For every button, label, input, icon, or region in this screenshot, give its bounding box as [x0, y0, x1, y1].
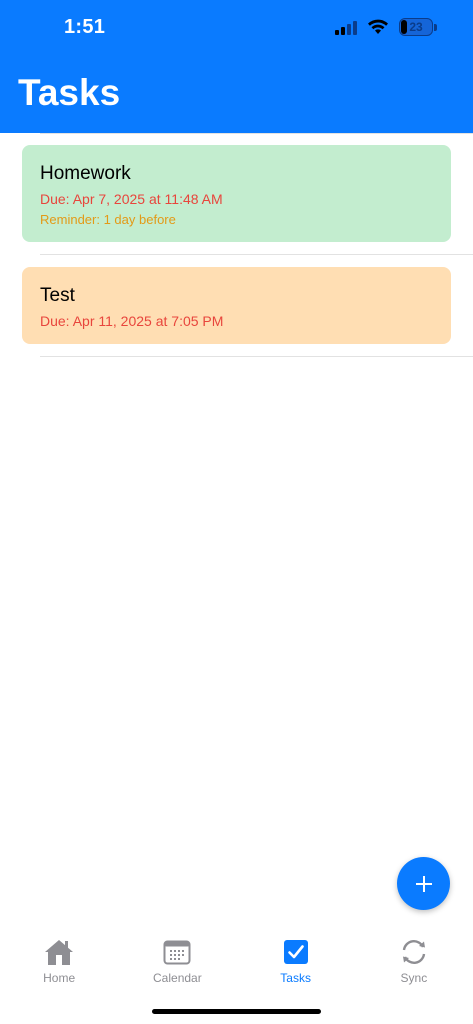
- wifi-icon: [367, 19, 389, 35]
- header: 1:51 23 Tasks: [0, 0, 473, 133]
- task-title: Homework: [40, 163, 131, 184]
- plus-icon: [415, 875, 432, 892]
- tab-label: Calendar: [153, 971, 202, 985]
- tab-calendar[interactable]: Calendar: [118, 930, 236, 990]
- task-title: Test: [40, 285, 75, 306]
- tab-tasks[interactable]: Tasks: [237, 930, 355, 990]
- status-icons: 23: [335, 18, 437, 36]
- divider: [40, 133, 473, 134]
- calendar-icon: [163, 938, 191, 966]
- signal-icon: [335, 19, 357, 35]
- task-reminder: Reminder: 1 day before: [40, 212, 176, 227]
- task-due-date: Due: Apr 11, 2025 at 7:05 PM: [40, 313, 224, 329]
- battery-icon: 23: [399, 18, 433, 36]
- battery-level: 23: [409, 20, 423, 34]
- sync-icon: [399, 938, 429, 966]
- checkbox-icon: [283, 938, 309, 966]
- divider: [40, 356, 473, 357]
- home-indicator: [152, 1009, 321, 1014]
- page-title: Tasks: [18, 72, 121, 113]
- tab-sync[interactable]: Sync: [355, 930, 473, 990]
- task-due-date: Due: Apr 7, 2025 at 11:48 AM: [40, 191, 223, 207]
- status-time: 1:51: [64, 16, 106, 38]
- tab-home[interactable]: Home: [0, 930, 118, 990]
- home-icon: [43, 938, 75, 966]
- task-card-homework[interactable]: Homework Due: Apr 7, 2025 at 11:48 AM Re…: [22, 145, 451, 242]
- add-task-button[interactable]: [397, 857, 450, 910]
- tab-bar: Home Calendar Tasks Sync: [0, 930, 473, 990]
- tab-label: Tasks: [280, 971, 311, 985]
- divider: [40, 254, 473, 255]
- task-card-test[interactable]: Test Due: Apr 11, 2025 at 7:05 PM: [22, 267, 451, 344]
- tab-label: Sync: [400, 971, 428, 985]
- tab-label: Home: [43, 971, 76, 985]
